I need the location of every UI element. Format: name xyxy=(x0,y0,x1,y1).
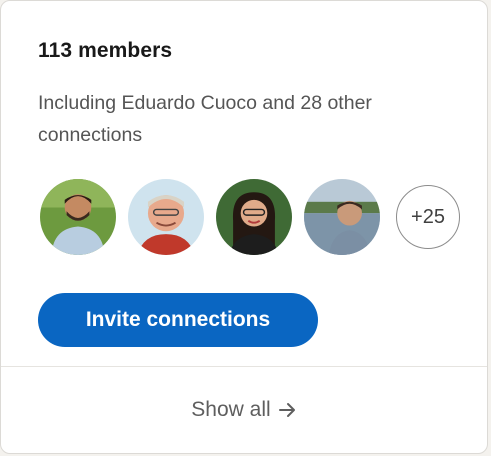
connections-summary: Including Eduardo Cuoco and 28 other con… xyxy=(38,92,372,146)
members-count-title: 113 members xyxy=(38,39,173,62)
member-photo-3-icon xyxy=(216,179,292,255)
member-photo-4-icon xyxy=(304,179,380,255)
avatar[interactable] xyxy=(214,177,294,257)
member-photo-1-icon xyxy=(40,179,116,255)
show-all-label: Show all xyxy=(191,398,271,421)
member-photo-2-icon xyxy=(128,179,204,255)
invite-connections-button[interactable]: Invite connections xyxy=(38,293,318,347)
avatar[interactable] xyxy=(38,177,118,257)
members-card: 113 members Including Eduardo Cuoco and … xyxy=(0,0,488,454)
more-members-count[interactable]: +25 xyxy=(396,185,460,249)
arrow-right-icon xyxy=(278,402,297,418)
avatar[interactable] xyxy=(302,177,382,257)
show-all-link[interactable]: Show all xyxy=(1,367,487,453)
avatar[interactable] xyxy=(126,177,206,257)
member-avatars: +25 xyxy=(38,177,478,257)
